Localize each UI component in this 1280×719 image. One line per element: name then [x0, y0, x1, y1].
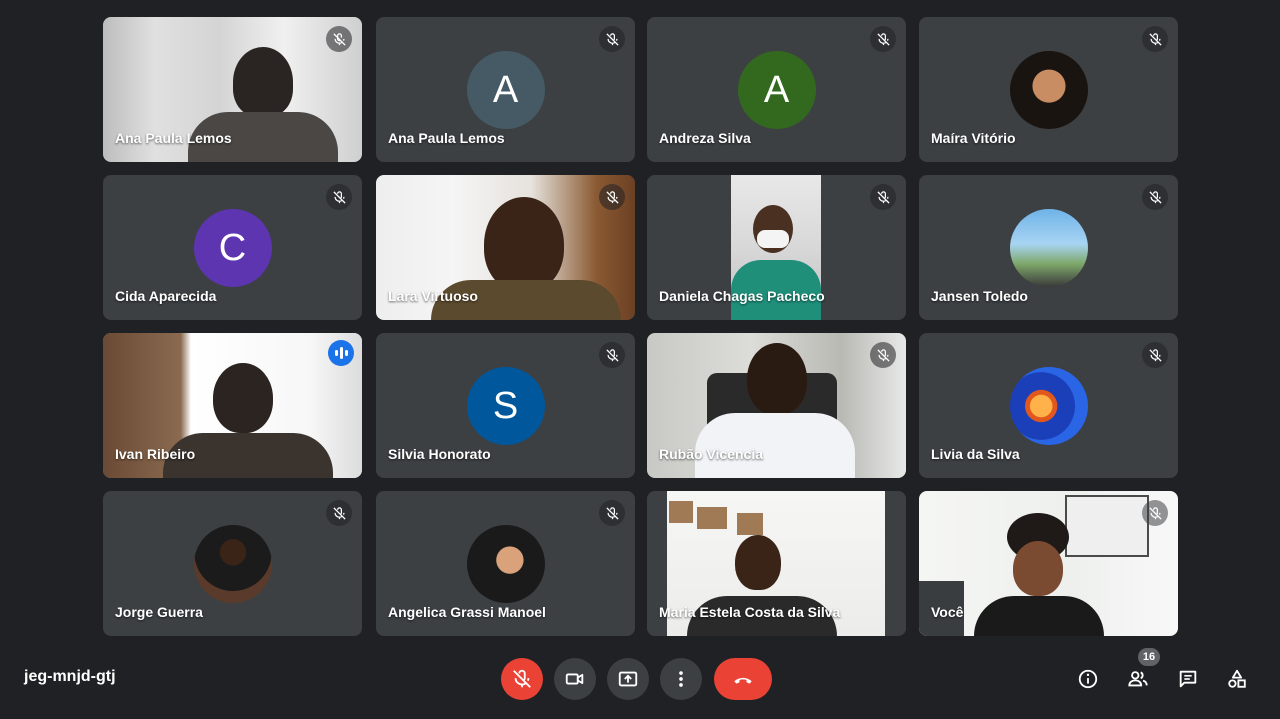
muted-mic-icon	[599, 184, 625, 210]
toggle-camera-button[interactable]	[554, 658, 596, 700]
participant-tile[interactable]: C Cida Aparecida	[103, 175, 362, 320]
participant-name: Cida Aparecida	[115, 288, 217, 304]
muted-mic-icon	[326, 26, 352, 52]
chat-icon	[1179, 670, 1197, 688]
meeting-code: jeg-mnjd-gtj	[24, 668, 116, 685]
participant-tile[interactable]: A Andreza Silva	[647, 17, 906, 162]
people-button[interactable]	[1121, 662, 1155, 696]
more-options-button[interactable]	[660, 658, 702, 700]
present-screen-button[interactable]	[607, 658, 649, 700]
participant-tile[interactable]: Angelica Grassi Manoel	[376, 491, 635, 636]
participant-name: Jansen Toledo	[931, 288, 1028, 304]
avatar: C	[193, 209, 272, 287]
participant-name: Rubão Vicencia	[659, 446, 764, 462]
avatar-photo	[1009, 367, 1088, 445]
participant-grid: Ana Paula Lemos A Ana Paula Lemos A Andr…	[0, 0, 1280, 650]
avatar-initial: A	[492, 68, 519, 111]
muted-mic-icon	[1142, 342, 1168, 368]
toggle-mic-button[interactable]	[501, 658, 543, 700]
avatar: S	[466, 367, 545, 445]
participant-name: Daniela Chagas Pacheco	[659, 288, 825, 304]
participant-name: Maíra Vitório	[931, 130, 1016, 146]
meeting-details-button[interactable]	[1071, 662, 1105, 696]
muted-mic-icon	[870, 184, 896, 210]
participant-name: Andreza Silva	[659, 130, 751, 146]
avatar-photo	[193, 525, 272, 603]
participant-tile[interactable]: Maria Estela Costa da Silva	[647, 491, 906, 636]
participant-tile[interactable]: Maíra Vitório	[919, 17, 1178, 162]
people-icon	[1128, 671, 1148, 687]
muted-mic-icon	[870, 26, 896, 52]
participant-tile[interactable]: Rubão Vicencia	[647, 333, 906, 478]
participant-tile[interactable]: Lara Virtuoso	[376, 175, 635, 320]
activities-icon	[1228, 669, 1246, 688]
muted-mic-icon	[326, 500, 352, 526]
avatar-initial: C	[218, 226, 247, 269]
participant-name: Você	[931, 604, 964, 620]
muted-mic-icon	[599, 26, 625, 52]
muted-mic-icon	[1142, 26, 1168, 52]
self-view-tile[interactable]: Você	[919, 491, 1178, 636]
participant-name: Ana Paula Lemos	[388, 130, 505, 146]
participant-name: Ivan Ribeiro	[115, 446, 196, 462]
mic-off-icon	[513, 669, 531, 688]
participant-name: Jorge Guerra	[115, 604, 203, 620]
muted-mic-icon	[599, 342, 625, 368]
more-options-icon	[679, 671, 683, 687]
muted-mic-icon	[599, 500, 625, 526]
participant-tile[interactable]: Daniela Chagas Pacheco	[647, 175, 906, 320]
avatar-initial: S	[492, 384, 519, 427]
chat-button[interactable]	[1171, 662, 1205, 696]
info-icon	[1078, 669, 1098, 689]
participant-tile[interactable]: Ana Paula Lemos	[103, 17, 362, 162]
muted-mic-icon	[326, 184, 352, 210]
avatar: A	[737, 51, 816, 129]
bottom-control-bar: jeg-mnjd-gtj 16	[0, 648, 1280, 719]
participant-count-badge: 16	[1138, 648, 1160, 666]
participant-tile[interactable]: Jansen Toledo	[919, 175, 1178, 320]
participant-name: Ana Paula Lemos	[115, 130, 232, 146]
participant-name: Silvia Honorato	[388, 446, 491, 462]
hang-up-icon	[734, 677, 752, 684]
participant-tile[interactable]: S Silvia Honorato	[376, 333, 635, 478]
participant-name: Angelica Grassi Manoel	[388, 604, 546, 620]
muted-mic-icon	[1142, 184, 1168, 210]
participant-tile[interactable]: A Ana Paula Lemos	[376, 17, 635, 162]
leave-call-button[interactable]	[714, 658, 772, 700]
participant-name: Lara Virtuoso	[388, 288, 478, 304]
avatar: A	[466, 51, 545, 129]
muted-mic-icon	[1142, 500, 1168, 526]
participant-name: Livia da Silva	[931, 446, 1020, 462]
participant-tile[interactable]: Livia da Silva	[919, 333, 1178, 478]
camera-icon	[565, 673, 584, 685]
avatar-initial: A	[763, 68, 790, 111]
muted-mic-icon	[870, 342, 896, 368]
avatar-photo	[1009, 209, 1088, 287]
participant-tile[interactable]: Jorge Guerra	[103, 491, 362, 636]
active-speaker-tile[interactable]: Ivan Ribeiro	[103, 333, 362, 478]
avatar-photo	[466, 525, 545, 603]
present-screen-icon	[618, 671, 638, 687]
activities-button[interactable]	[1220, 662, 1254, 696]
speaking-indicator-icon	[328, 340, 354, 366]
participant-name: Maria Estela Costa da Silva	[659, 604, 841, 620]
avatar-photo	[1009, 51, 1088, 129]
